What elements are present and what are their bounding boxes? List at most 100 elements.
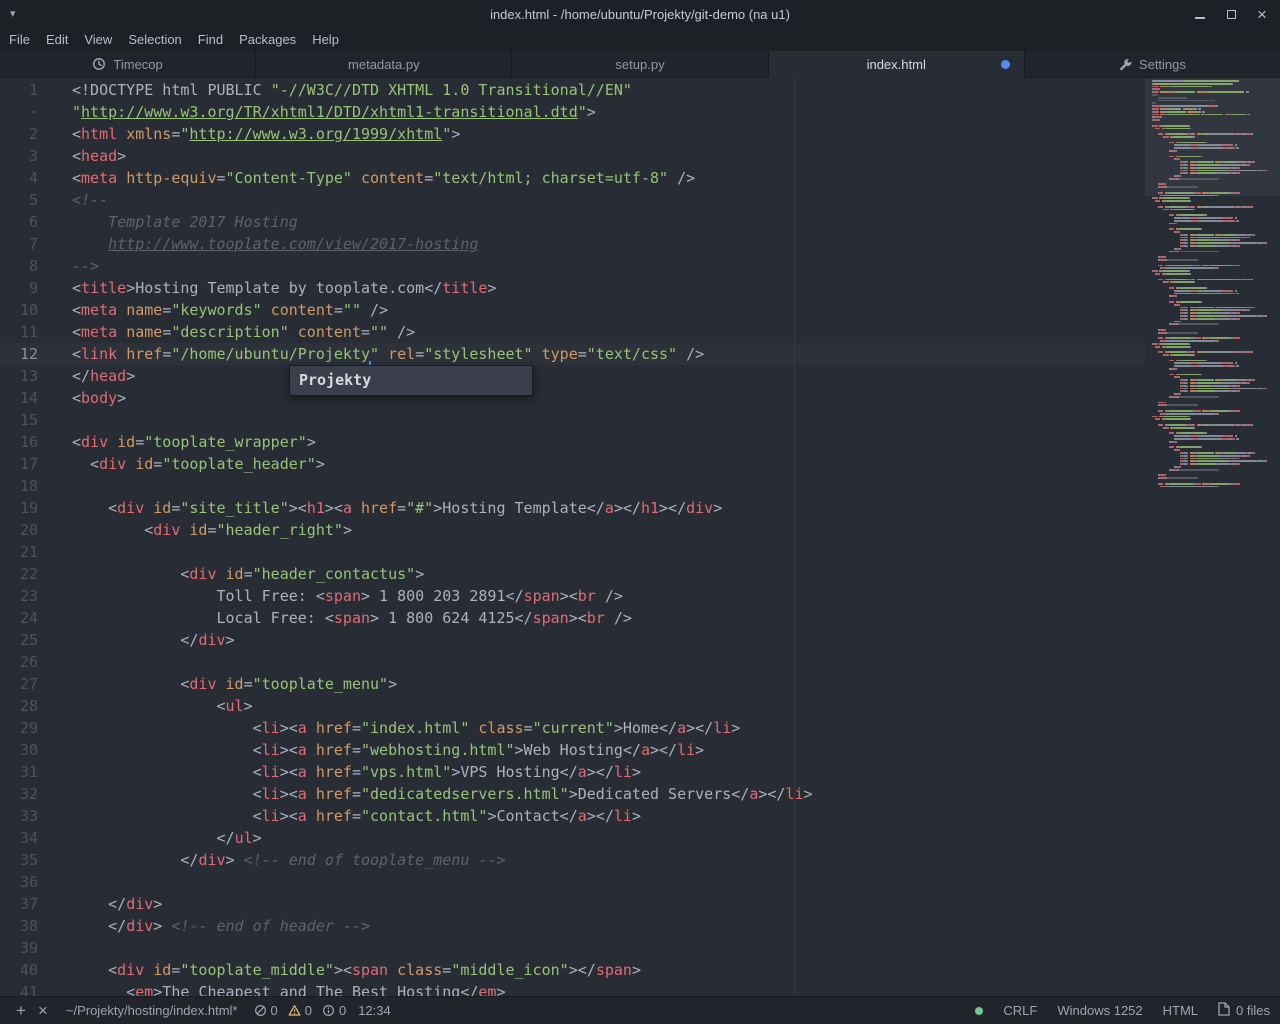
line-ending-selector[interactable]: CRLF <box>1003 1003 1037 1018</box>
code-line[interactable]: 4<meta http-equiv="Content-Type" content… <box>0 167 1145 189</box>
encoding-selector[interactable]: Windows 1252 <box>1057 1003 1142 1018</box>
menu-item-packages[interactable]: Packages <box>231 29 304 51</box>
code-line[interactable]: 19 <div id="site_title"><h1><a href="#">… <box>0 497 1145 519</box>
code-line[interactable]: 38 </div> <!-- end of header --> <box>0 915 1145 937</box>
tab-settings[interactable]: Settings <box>1025 51 1280 78</box>
code-text: </div> <box>72 629 235 651</box>
menu-item-file[interactable]: File <box>1 29 38 51</box>
line-number: 9 <box>0 277 72 299</box>
code-line[interactable]: 16<div id="tooplate_wrapper"> <box>0 431 1145 453</box>
line-number: 15 <box>0 409 72 431</box>
line-number: 2 <box>0 123 72 145</box>
line-number: 28 <box>0 695 72 717</box>
maximize-button[interactable] <box>1223 6 1239 22</box>
code-line[interactable]: 25 </div> <box>0 629 1145 651</box>
line-number: 10 <box>0 299 72 321</box>
code-line[interactable]: 40 <div id="tooplate_middle"><span class… <box>0 959 1145 981</box>
code-line[interactable]: 17 <div id="tooplate_header"> <box>0 453 1145 475</box>
code-line[interactable]: 2<html xmlns="http://www.w3.org/1999/xht… <box>0 123 1145 145</box>
code-line[interactable]: 7 http://www.tooplate.com/view/2017-host… <box>0 233 1145 255</box>
code-line[interactable]: 10<meta name="keywords" content="" /> <box>0 299 1145 321</box>
line-number: 5 <box>0 189 72 211</box>
code-line[interactable]: 21 <box>0 541 1145 563</box>
diagnostic-count: 0 <box>339 1003 346 1018</box>
close-button[interactable]: × <box>1254 6 1270 22</box>
menu-item-find[interactable]: Find <box>190 29 231 51</box>
code-lines: 1<!DOCTYPE html PUBLIC "-//W3C//DTD XHTM… <box>0 78 1145 996</box>
tab-label: metadata.py <box>348 57 420 72</box>
remove-icon[interactable]: × <box>32 998 54 1024</box>
cursor-position[interactable]: 12:34 <box>358 1003 391 1018</box>
autocomplete-suggestion[interactable]: Projekty <box>290 366 532 395</box>
info-icon <box>322 1004 335 1017</box>
code-line[interactable]: 6 Template 2017 Hosting <box>0 211 1145 233</box>
code-line[interactable]: 36 <box>0 871 1145 893</box>
code-line[interactable]: 37 </div> <box>0 893 1145 915</box>
code-line[interactable]: 29 <li><a href="index.html" class="curre… <box>0 717 1145 739</box>
code-text: <div id="tooplate_menu"> <box>72 673 397 695</box>
line-number: 19 <box>0 497 72 519</box>
line-number: 21 <box>0 541 72 563</box>
code-line[interactable]: 22 <div id="header_contactus"> <box>0 563 1145 585</box>
code-line[interactable]: 11<meta name="description" content="" /> <box>0 321 1145 343</box>
code-line[interactable]: 27 <div id="tooplate_menu"> <box>0 673 1145 695</box>
code-line[interactable]: 33 <li><a href="contact.html">Contact</a… <box>0 805 1145 827</box>
code-text: http://www.tooplate.com/view/2017-hostin… <box>72 233 478 255</box>
code-line[interactable]: 12<link href="/home/ubuntu/Projekty" rel… <box>0 343 1145 365</box>
code-line[interactable]: 1<!DOCTYPE html PUBLIC "-//W3C//DTD XHTM… <box>0 79 1145 101</box>
code-line[interactable]: 35 </div> <!-- end of tooplate_menu --> <box>0 849 1145 871</box>
menu-item-help[interactable]: Help <box>304 29 347 51</box>
code-line[interactable]: 9<title>Hosting Template by tooplate.com… <box>0 277 1145 299</box>
code-text: <ul> <box>72 695 253 717</box>
line-number: 40 <box>0 959 72 981</box>
line-number: 18 <box>0 475 72 497</box>
code-line[interactable]: 32 <li><a href="dedicatedservers.html">D… <box>0 783 1145 805</box>
line-number: 3 <box>0 145 72 167</box>
code-line[interactable]: 15 <box>0 409 1145 431</box>
code-line[interactable]: 28 <ul> <box>0 695 1145 717</box>
code-line[interactable]: 13</head> <box>0 365 1145 387</box>
menu-item-edit[interactable]: Edit <box>38 29 76 51</box>
file-path: ~/Projekty/hosting/index.html* <box>66 1003 238 1018</box>
code-line[interactable]: 39 <box>0 937 1145 959</box>
diagnostic-error[interactable]: 0 <box>252 1003 280 1018</box>
menu-item-view[interactable]: View <box>76 29 120 51</box>
code-line[interactable]: 31 <li><a href="vps.html">VPS Hosting</a… <box>0 761 1145 783</box>
code-text: <li><a href="contact.html">Contact</a></… <box>72 805 641 827</box>
code-line[interactable]: 30 <li><a href="webhosting.html">Web Hos… <box>0 739 1145 761</box>
line-number: 14 <box>0 387 72 409</box>
tab-metadata-py[interactable]: metadata.py <box>256 51 512 78</box>
diagnostic-warning[interactable]: 0 <box>286 1003 314 1018</box>
editor[interactable]: 1<!DOCTYPE html PUBLIC "-//W3C//DTD XHTM… <box>0 78 1280 996</box>
code-line[interactable]: 8--> <box>0 255 1145 277</box>
code-line[interactable]: ·"http://www.w3.org/TR/xhtml1/DTD/xhtml1… <box>0 101 1145 123</box>
code-line[interactable]: 26 <box>0 651 1145 673</box>
code-line[interactable]: 23 Toll Free: <span> 1 800 203 2891</spa… <box>0 585 1145 607</box>
code-line[interactable]: 18 <box>0 475 1145 497</box>
code-line[interactable]: 34 </ul> <box>0 827 1145 849</box>
code-line[interactable]: 5<!-- <box>0 189 1145 211</box>
menu-item-selection[interactable]: Selection <box>120 29 189 51</box>
code-text: <link href="/home/ubuntu/Projekty" rel="… <box>72 343 704 365</box>
code-line[interactable]: 41 <em>The Cheapest and The Best Hosting… <box>0 981 1145 996</box>
tab-index-html[interactable]: index.html <box>769 51 1025 78</box>
code-text: </ul> <box>72 827 262 849</box>
code-line[interactable]: 20 <div id="header_right"> <box>0 519 1145 541</box>
tab-timecop[interactable]: Timecop <box>0 51 256 78</box>
code-text: <li><a href="index.html" class="current"… <box>72 717 740 739</box>
code-line[interactable]: 14<body> <box>0 387 1145 409</box>
add-icon[interactable]: + <box>10 998 32 1024</box>
tab-setup-py[interactable]: setup.py <box>512 51 768 78</box>
diagnostic-info[interactable]: 0 <box>320 1003 348 1018</box>
minimize-button[interactable] <box>1192 6 1208 22</box>
files-status[interactable]: 0 files <box>1218 1002 1270 1019</box>
code-line[interactable]: 24 Local Free: <span> 1 800 624 4125</sp… <box>0 607 1145 629</box>
code-text: Toll Free: <span> 1 800 203 2891</span><… <box>72 585 623 607</box>
window-menu-icon[interactable]: ▾ <box>10 0 16 28</box>
grammar-selector[interactable]: HTML <box>1163 1003 1198 1018</box>
autocomplete-popup: Projekty <box>289 365 533 396</box>
modified-indicator <box>1001 60 1010 69</box>
minimap[interactable] <box>1145 78 1280 996</box>
title-bar: ▾ index.html - /home/ubuntu/Projekty/git… <box>0 0 1280 28</box>
code-line[interactable]: 3<head> <box>0 145 1145 167</box>
